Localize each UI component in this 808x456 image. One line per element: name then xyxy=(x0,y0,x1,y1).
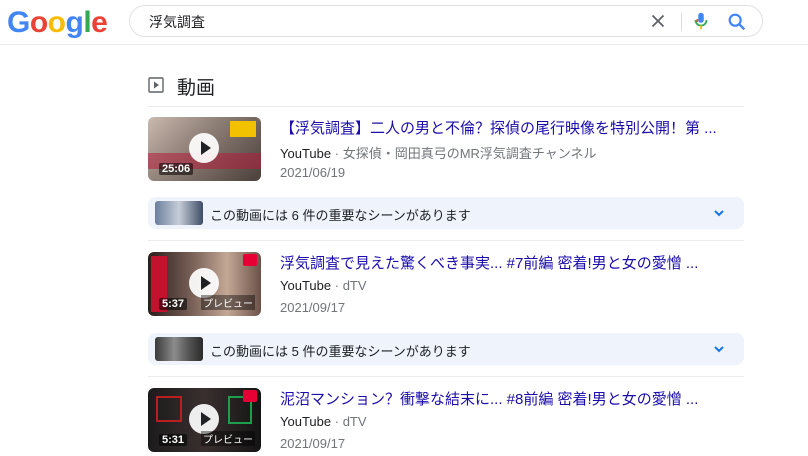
key-moment-thumbnail xyxy=(155,201,203,225)
play-square-icon xyxy=(148,77,164,93)
key-moments-toggle[interactable]: この動画には 5 件の重要なシーンがあります xyxy=(148,333,744,365)
video-source: YouTube · dTV xyxy=(280,278,367,293)
search-box[interactable]: 浮気調査 xyxy=(129,5,763,37)
dtv-badge xyxy=(243,254,257,266)
section-title: 動画 xyxy=(177,78,216,99)
search-divider xyxy=(681,13,682,31)
play-icon[interactable] xyxy=(189,133,219,163)
video-source: YouTube · dTV xyxy=(280,414,367,429)
key-moments-toggle[interactable]: この動画には 6 件の重要なシーンがあります xyxy=(148,197,744,229)
divider xyxy=(148,376,744,377)
video-channel: dTV xyxy=(342,278,367,293)
logo-letter: l xyxy=(83,6,92,39)
separator: · xyxy=(334,414,340,429)
video-title-link[interactable]: 浮気調査で見えた驚くべき事実... #7前編 密着!男と女の愛憎 ... xyxy=(280,252,750,273)
video-title-link[interactable]: 泥沼マンション？衝撃な結末に... #8前編 密着!男と女の愛憎 ... xyxy=(280,388,750,409)
chevron-down-icon[interactable] xyxy=(712,342,726,356)
video-date: 2021/06/19 xyxy=(280,165,346,180)
logo-letter: g xyxy=(65,6,84,39)
video-result[interactable]: 5:37 プレビュー 浮気調査で見えた驚くべき事実... #7前編 密着!男と女… xyxy=(148,252,748,318)
video-duration: 25:06 xyxy=(159,163,194,175)
logo-letter: o xyxy=(29,6,48,39)
top-bar: Google 浮気調査 xyxy=(0,0,808,45)
logo-letter: e xyxy=(91,6,108,39)
video-thumbnail[interactable]: 5:37 プレビュー xyxy=(148,252,261,316)
video-site: YouTube xyxy=(280,146,332,161)
video-duration: 5:37 xyxy=(159,298,188,310)
chevron-down-icon[interactable] xyxy=(712,206,726,220)
separator: · xyxy=(334,146,340,161)
dtv-badge xyxy=(243,390,257,402)
video-thumbnail[interactable]: 25:06 xyxy=(148,117,261,181)
video-source: YouTube · 女探偵・岡田真弓のMR浮気調査チャンネル xyxy=(280,143,597,162)
search-icon[interactable] xyxy=(726,11,748,33)
key-moments-label: この動画には 5 件の重要なシーンがあります xyxy=(210,344,471,359)
divider xyxy=(148,106,744,107)
preview-label: プレビュー xyxy=(201,431,255,446)
play-icon[interactable] xyxy=(189,268,219,298)
logo-letter: o xyxy=(47,6,66,39)
preview-label: プレビュー xyxy=(201,295,255,310)
mic-icon[interactable] xyxy=(690,10,712,32)
video-date: 2021/09/17 xyxy=(280,436,346,451)
thumbnail-frame xyxy=(156,396,182,422)
video-thumbnail[interactable]: 5:31 プレビュー xyxy=(148,388,261,452)
clear-icon[interactable] xyxy=(647,10,669,32)
google-logo[interactable]: Google xyxy=(7,6,108,40)
video-duration: 5:31 xyxy=(159,434,188,446)
video-result[interactable]: 25:06 【浮気調査】二人の男と不倫？探偵の尾行映像を特別公開！第 ... Y… xyxy=(148,117,748,183)
logo-letter: G xyxy=(7,6,30,39)
key-moment-thumbnail xyxy=(155,337,203,361)
video-title-link[interactable]: 【浮気調査】二人の男と不倫？探偵の尾行映像を特別公開！第 ... xyxy=(280,117,750,138)
video-site: YouTube xyxy=(280,278,332,293)
video-date: 2021/09/17 xyxy=(280,300,346,315)
video-channel: 女探偵・岡田真弓のMR浮気調査チャンネル xyxy=(342,146,597,161)
key-moments-label: この動画には 6 件の重要なシーンがあります xyxy=(210,208,471,223)
video-result[interactable]: 5:31 プレビュー 泥沼マンション？衝撃な結末に... #8前編 密着!男と女… xyxy=(148,388,748,454)
video-channel: dTV xyxy=(342,414,367,429)
divider xyxy=(148,240,744,241)
separator: · xyxy=(334,278,340,293)
thumbnail-badge xyxy=(230,121,256,137)
video-site: YouTube xyxy=(280,414,332,429)
search-input[interactable]: 浮気調査 xyxy=(149,12,205,32)
play-icon[interactable] xyxy=(189,404,219,434)
